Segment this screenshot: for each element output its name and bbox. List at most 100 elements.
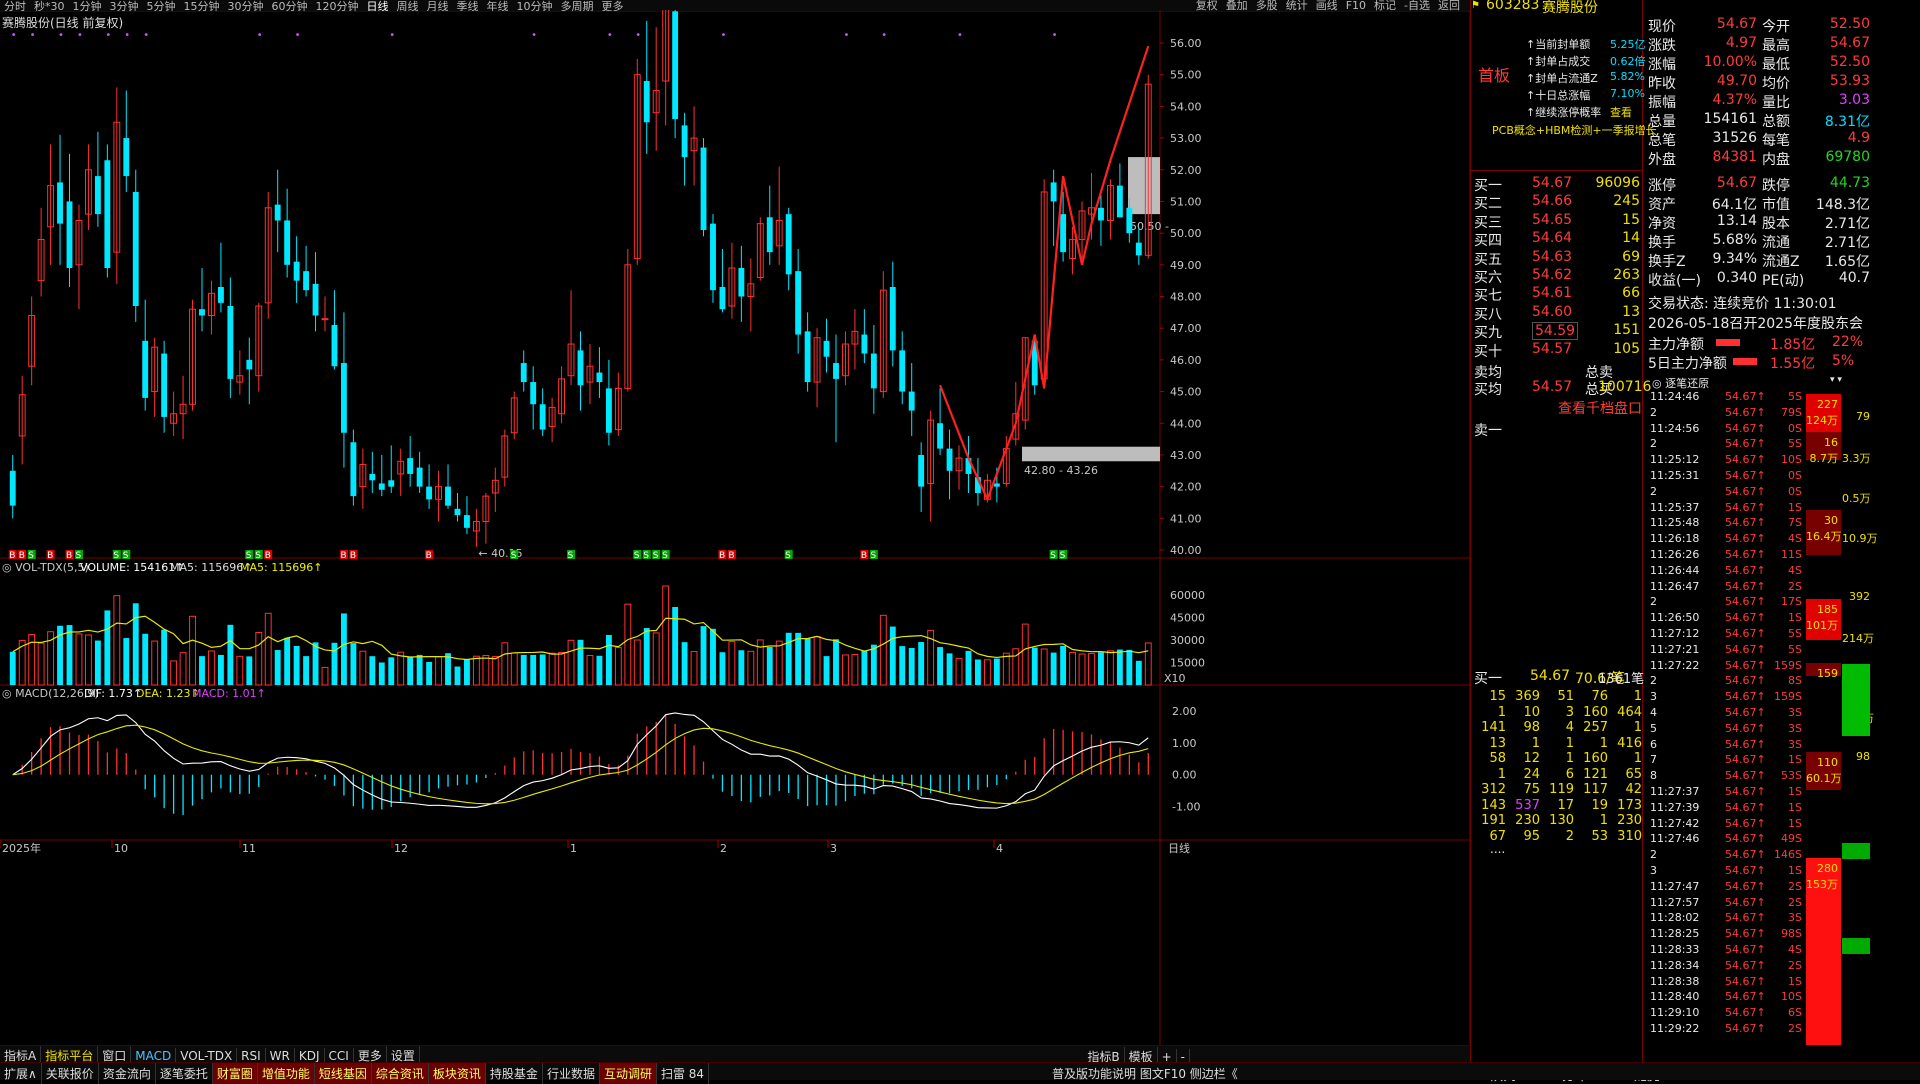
- queue-cell: 191: [1481, 813, 1506, 828]
- tick-price: 54.67↑: [1725, 785, 1766, 798]
- price-tick: 40.00: [1170, 544, 1202, 557]
- tick-vol: 4S: [1788, 563, 1802, 577]
- ext-资金流向[interactable]: 资金流向: [99, 1063, 156, 1084]
- resistance-zone: [1128, 157, 1160, 215]
- candle-body-down: [407, 458, 414, 474]
- candle-body-down: [672, 11, 679, 120]
- volume-bar-down: [161, 629, 168, 685]
- view-depth-link: 查看千档盘口: [1558, 401, 1642, 417]
- quote-value: 84381: [1712, 149, 1757, 165]
- tick-time: 11:27:47: [1650, 879, 1700, 893]
- volume-bar-down: [246, 656, 253, 685]
- vol-title: ◎ VOL-TDX(5,5): [2, 561, 89, 574]
- signal-letter: S: [75, 551, 81, 561]
- ext-财富圈[interactable]: 财富圈: [212, 1063, 258, 1084]
- ext-互动调研[interactable]: 互动调研: [599, 1063, 657, 1084]
- queue-cell: 1: [1633, 751, 1642, 766]
- tick-vol: 1S: [1788, 785, 1802, 798]
- volume-bar-up: [75, 633, 83, 686]
- tick-price: 54.67↑: [1725, 848, 1766, 862]
- quote-value: 13.14: [1716, 213, 1757, 229]
- ticks-title: ◎ 逐笔还原: [1652, 377, 1710, 390]
- quote-value: 31526: [1712, 130, 1757, 146]
- volume-bar-down: [700, 626, 707, 685]
- side-value: 10.9万: [1842, 532, 1878, 545]
- tick-vol: 146S: [1774, 848, 1802, 862]
- queue-cell: 160: [1583, 751, 1608, 766]
- buy-avg-label: 买均: [1474, 382, 1502, 398]
- queue-cell: 76: [1591, 689, 1608, 704]
- signal-letter: B: [9, 551, 15, 561]
- queue-cell: 15: [1489, 689, 1506, 704]
- price-tick: 49.00: [1170, 259, 1202, 272]
- tick-time: 8: [1650, 769, 1657, 783]
- volume-bar-down: [785, 632, 792, 685]
- tick-vol: 3S: [1788, 911, 1802, 925]
- bid-volume: 14: [1622, 230, 1640, 247]
- tick-vol: 49S: [1781, 832, 1802, 846]
- vol-tick: 30000: [1170, 634, 1205, 647]
- ext-扩展∧[interactable]: 扩展∧: [0, 1063, 42, 1084]
- bottom-right-links[interactable]: 普及版功能说明 图文F10 侧边栏《: [1048, 1063, 1242, 1084]
- ext-逐笔委托[interactable]: 逐笔委托: [156, 1063, 213, 1084]
- tick-vol: 79S: [1781, 405, 1802, 419]
- x-label: 3: [830, 842, 837, 855]
- bid-price: 54.60: [1532, 303, 1573, 320]
- volume-bar-up: [1069, 651, 1076, 686]
- tick-time: 2: [1650, 437, 1657, 451]
- quote-label: 换手: [1648, 235, 1676, 251]
- candle-body-down: [918, 454, 925, 487]
- ext-板块资讯[interactable]: 板块资讯: [428, 1063, 486, 1084]
- queue-cell: 1: [1633, 689, 1642, 704]
- volume-bar-up: [1002, 652, 1010, 686]
- candle-body-down: [804, 331, 811, 383]
- candle-body-down: [795, 271, 802, 335]
- vol-tick: 60000: [1170, 589, 1205, 602]
- signal-letter: B: [47, 551, 53, 561]
- ext-持股基金[interactable]: 持股基金: [486, 1063, 543, 1084]
- ext-增值功能[interactable]: 增值功能: [257, 1063, 315, 1084]
- marker-dot: •: [58, 30, 64, 41]
- candle-body-down: [350, 442, 357, 497]
- bid-label: 买五: [1474, 251, 1502, 268]
- candle-body-down: [946, 448, 953, 471]
- volume-bar-down: [804, 638, 811, 685]
- volume-bar-down: [1116, 649, 1123, 685]
- ext-行业数据[interactable]: 行业数据: [543, 1063, 600, 1084]
- candle-body-down: [445, 486, 451, 506]
- order-bar-value: 30: [1824, 514, 1838, 527]
- kline-chart[interactable]: 56.00 55.00 54.00 53.00 52.00 51.00 50.00 49.00…: [0, 10, 1470, 1045]
- tick-time: 2: [1650, 405, 1657, 419]
- ext-扫雷 84[interactable]: 扫雷 84: [657, 1063, 710, 1084]
- bid-price: 54.62: [1532, 267, 1573, 283]
- volume-bar-up: [151, 640, 159, 686]
- macd-dif: DIF: 1.73↑: [84, 687, 142, 700]
- marker-dot: •: [143, 30, 149, 41]
- macd-tick: 2.00: [1172, 705, 1197, 718]
- volume-bar-up: [1144, 642, 1152, 686]
- tick-time: 11:28:34: [1650, 958, 1700, 972]
- tick-price: 54.67↑: [1725, 421, 1766, 435]
- candle-body-down: [833, 363, 839, 379]
- queue-cell: 230: [1515, 813, 1540, 828]
- seal-value: 0.62倍: [1610, 55, 1646, 68]
- ext-短线基因[interactable]: 短线基因: [314, 1063, 372, 1084]
- tick-time: 11:28:38: [1650, 974, 1700, 988]
- bid-volume: 66: [1622, 285, 1640, 302]
- volume-bar-down: [918, 642, 925, 685]
- order-bar-amount: 8.7万: [1809, 452, 1839, 465]
- volume-bar-down: [369, 656, 376, 685]
- tick-vol: 10S: [1781, 990, 1802, 1004]
- ext-综合资讯[interactable]: 综合资讯: [371, 1063, 429, 1084]
- quote-value: 54.67: [1829, 35, 1870, 51]
- volume-bar-up: [255, 632, 263, 686]
- tick-price: 54.67↑: [1725, 943, 1766, 956]
- queue-cell: 53: [1591, 828, 1608, 844]
- divider: [1642, 0, 1643, 1080]
- price-tick: 53.00: [1170, 132, 1202, 145]
- tick-time: 2: [1650, 674, 1657, 688]
- tick-vol: 1S: [1788, 816, 1802, 830]
- tick-price: 54.67↑: [1725, 658, 1766, 672]
- volume-bar-up: [179, 652, 187, 686]
- ext-关联报价[interactable]: 关联报价: [42, 1063, 99, 1084]
